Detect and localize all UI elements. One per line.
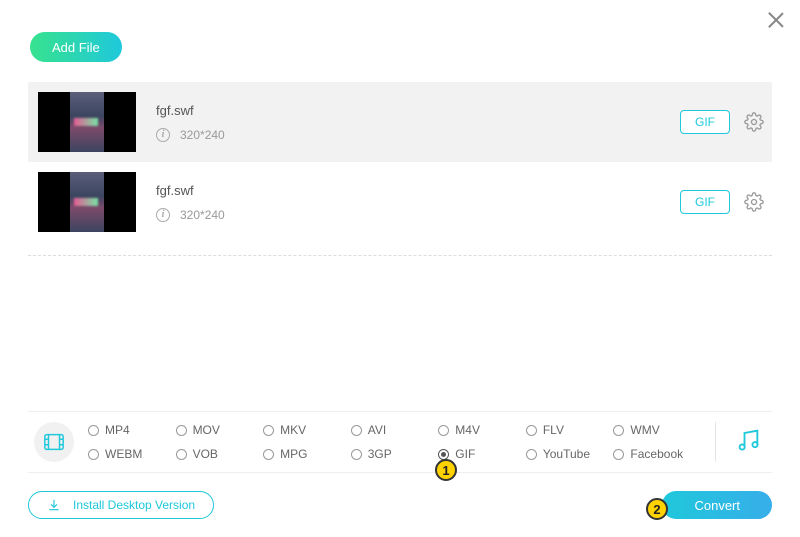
format-label: MP4 — [105, 423, 130, 437]
file-list: fgf.swfi320*240GIFfgf.swfi320*240GIF — [28, 82, 772, 242]
gear-icon[interactable] — [744, 192, 764, 212]
radio-icon — [88, 425, 99, 436]
format-label: GIF — [455, 447, 475, 461]
file-actions: GIF — [680, 190, 764, 214]
format-label: MKV — [280, 423, 306, 437]
format-option-mkv[interactable]: MKV — [263, 423, 347, 437]
format-option-gif[interactable]: GIF — [438, 447, 522, 461]
radio-icon — [526, 449, 537, 460]
thumbnail — [38, 172, 136, 232]
radio-icon — [613, 449, 624, 460]
format-badge[interactable]: GIF — [680, 110, 730, 134]
format-label: WEBM — [105, 447, 142, 461]
step-marker-2: 2 — [646, 498, 668, 520]
file-info: i 320*240 — [156, 128, 680, 142]
download-icon — [47, 498, 61, 512]
radio-icon — [351, 425, 362, 436]
file-dimensions: 320*240 — [180, 208, 225, 222]
format-label: AVI — [368, 423, 386, 437]
format-option-mpg[interactable]: MPG — [263, 447, 347, 461]
radio-icon — [526, 425, 537, 436]
format-grid: MP4 MOV MKV AVI M4V FLV WMV WEBM VOB MPG 3GP GIF You… — [88, 423, 697, 461]
info-icon: i — [156, 128, 170, 142]
music-icon[interactable] — [734, 426, 764, 459]
format-option-wmv[interactable]: WMV — [613, 423, 697, 437]
format-label: VOB — [193, 447, 218, 461]
file-name: fgf.swf — [156, 183, 680, 198]
format-badge[interactable]: GIF — [680, 190, 730, 214]
format-option-avi[interactable]: AVI — [351, 423, 435, 437]
format-panel: MP4 MOV MKV AVI M4V FLV WMV WEBM VOB MPG 3GP GIF You… — [28, 411, 772, 473]
format-option-vob[interactable]: VOB — [176, 447, 260, 461]
thumbnail — [38, 92, 136, 152]
info-icon: i — [156, 208, 170, 222]
install-label: Install Desktop Version — [73, 498, 195, 512]
radio-icon — [88, 449, 99, 460]
format-option-flv[interactable]: FLV — [526, 423, 610, 437]
divider — [28, 255, 772, 256]
add-file-button[interactable]: Add File — [30, 32, 122, 62]
convert-button[interactable]: Convert — [662, 491, 772, 519]
format-label: Facebook — [630, 447, 683, 461]
radio-icon — [263, 425, 274, 436]
radio-icon — [438, 449, 449, 460]
radio-icon — [438, 425, 449, 436]
radio-icon — [176, 425, 187, 436]
format-option-webm[interactable]: WEBM — [88, 447, 172, 461]
gear-icon[interactable] — [744, 112, 764, 132]
format-option-mp4[interactable]: MP4 — [88, 423, 172, 437]
format-option-youtube[interactable]: YouTube — [526, 447, 610, 461]
file-row[interactable]: fgf.swf i 320*240 GIF — [28, 162, 772, 242]
format-option-m4v[interactable]: M4V — [438, 423, 522, 437]
file-dimensions: 320*240 — [180, 128, 225, 142]
video-icon[interactable] — [34, 422, 74, 462]
file-meta: fgf.swf i 320*240 — [156, 103, 680, 142]
format-label: YouTube — [543, 447, 590, 461]
radio-icon — [613, 425, 624, 436]
radio-icon — [176, 449, 187, 460]
format-label: 3GP — [368, 447, 392, 461]
file-name: fgf.swf — [156, 103, 680, 118]
format-label: MOV — [193, 423, 220, 437]
format-label: FLV — [543, 423, 564, 437]
radio-icon — [351, 449, 362, 460]
file-meta: fgf.swf i 320*240 — [156, 183, 680, 222]
step-marker-1: 1 — [435, 459, 457, 481]
file-row[interactable]: fgf.swf i 320*240 GIF — [28, 82, 772, 162]
format-label: M4V — [455, 423, 480, 437]
file-actions: GIF — [680, 110, 764, 134]
format-option-3gp[interactable]: 3GP — [351, 447, 435, 461]
separator — [715, 422, 716, 462]
install-desktop-button[interactable]: Install Desktop Version — [28, 491, 214, 519]
file-info: i 320*240 — [156, 208, 680, 222]
radio-icon — [263, 449, 274, 460]
format-option-facebook[interactable]: Facebook — [613, 447, 697, 461]
format-label: WMV — [630, 423, 659, 437]
close-icon[interactable] — [766, 10, 786, 30]
format-label: MPG — [280, 447, 307, 461]
format-option-mov[interactable]: MOV — [176, 423, 260, 437]
